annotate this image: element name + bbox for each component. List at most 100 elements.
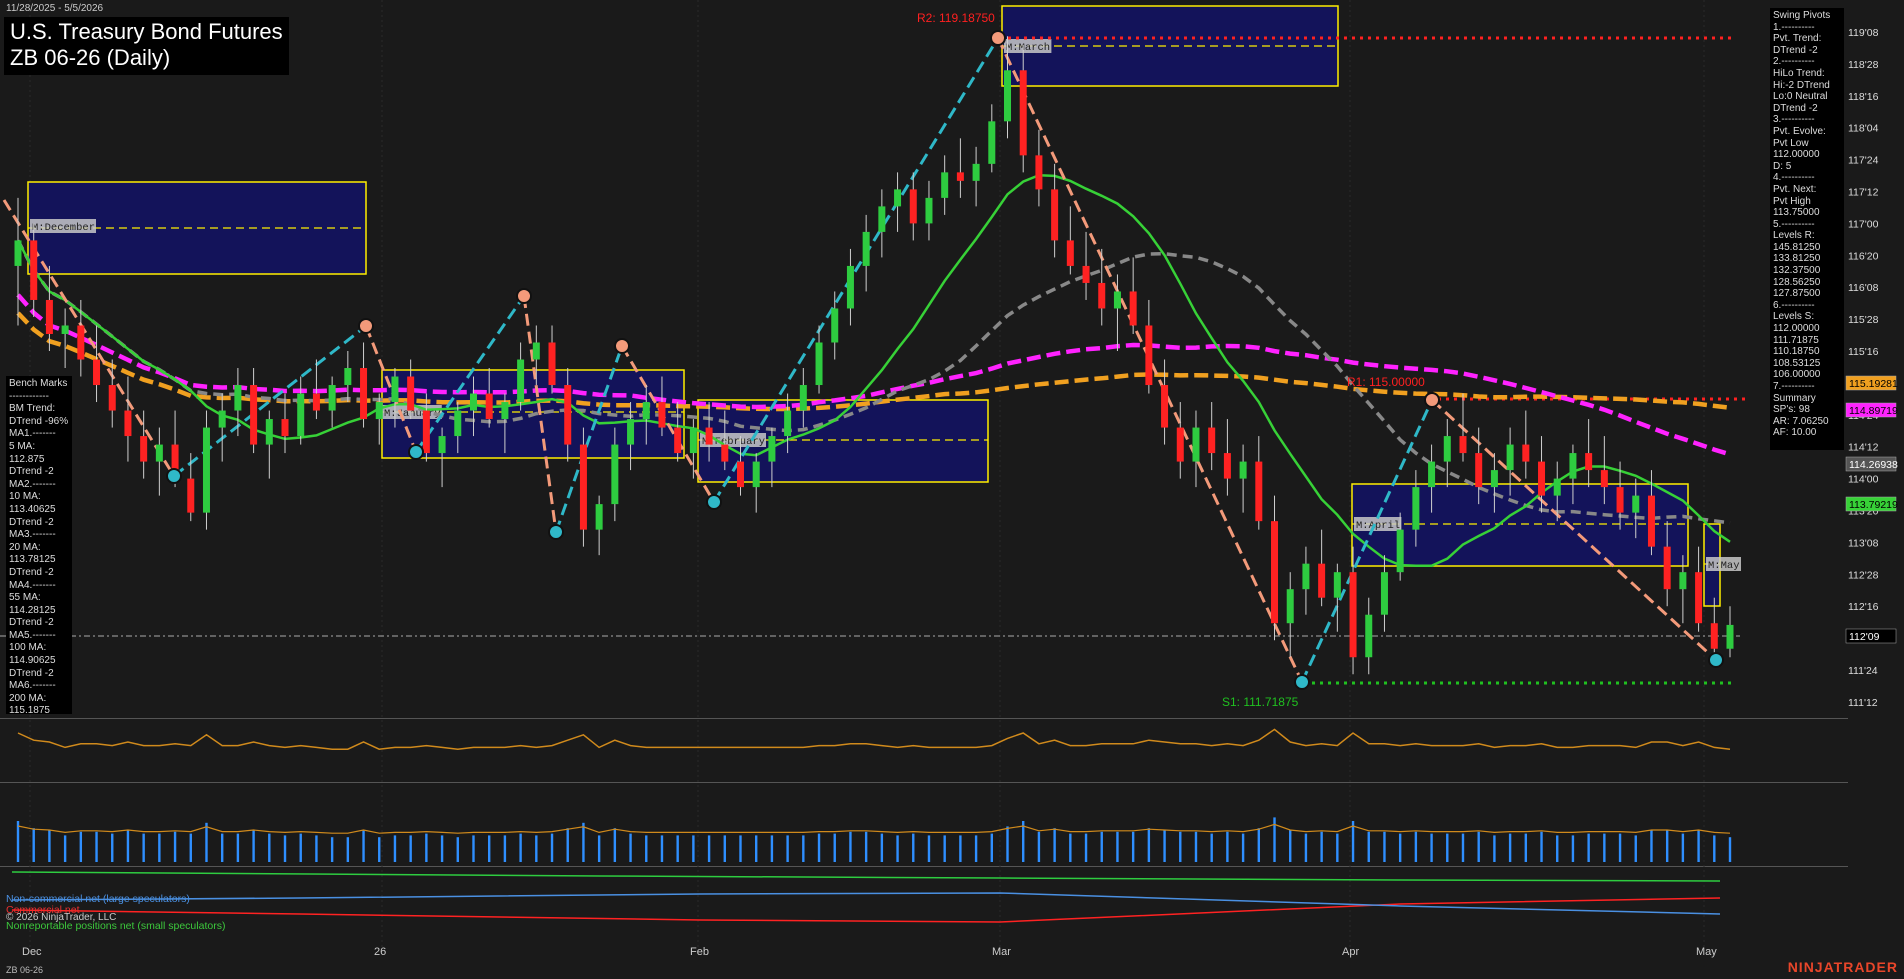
candle-body <box>45 299 53 334</box>
price-chart[interactable]: M:DecemberM:JanuaryM:FebruaryM:MarchM:Ap… <box>0 0 1904 979</box>
volume-bar <box>111 833 114 862</box>
zone-label: M:April <box>1356 520 1400 532</box>
candle-body <box>972 163 980 181</box>
candle-body <box>941 172 949 198</box>
candle-body <box>1302 563 1310 590</box>
candle-body <box>1161 385 1169 428</box>
volume-bar <box>409 835 412 862</box>
candle-body <box>1255 461 1263 522</box>
volume-bar <box>645 835 648 862</box>
swing-pivots-panel: Swing Pivots 1.---------- Pvt. Trend: DT… <box>1770 8 1844 450</box>
candle-body <box>485 393 493 420</box>
volume-bar <box>1524 833 1528 862</box>
volume-bar <box>1069 833 1072 862</box>
candle-body <box>1569 453 1577 479</box>
volume-bar <box>1697 830 1700 862</box>
volume-bar <box>1634 835 1637 862</box>
candle-body <box>1600 470 1608 488</box>
candle-body <box>736 461 744 488</box>
volume-bar <box>1336 833 1339 862</box>
volume-bar <box>346 837 350 862</box>
volume-bar <box>456 837 459 862</box>
candle-body <box>1004 70 1012 122</box>
volume-bar <box>236 833 240 862</box>
candle-body <box>1113 291 1121 309</box>
volume-bar <box>1210 833 1213 862</box>
candle-body <box>1192 427 1200 462</box>
volume-bar <box>1163 830 1166 862</box>
level-label: R2: 119.18750 <box>917 11 995 25</box>
volume-bar <box>1006 826 1009 862</box>
candle-body <box>1208 427 1216 454</box>
candle-body <box>1145 325 1153 386</box>
volume-bar <box>1713 835 1716 862</box>
volume-bar <box>362 830 365 862</box>
candle-body <box>422 410 430 454</box>
volume-bar <box>974 835 978 862</box>
candle-body <box>1412 487 1420 530</box>
volume-bar <box>1728 837 1732 862</box>
volume-bar <box>126 830 130 862</box>
candle-body <box>1443 436 1451 462</box>
time-tick-label: Feb <box>690 946 709 958</box>
volume-bar <box>613 828 617 862</box>
volume-bar <box>755 835 758 862</box>
price-tick-label: 112'16 <box>1848 601 1879 613</box>
volume-bar <box>1650 830 1653 862</box>
candle-body <box>297 393 305 437</box>
candle-body <box>532 342 540 360</box>
candle-body <box>925 197 933 224</box>
separator-line <box>0 718 1848 719</box>
bench-marks-panel: Bench Marks ------------ BM Trend: DTren… <box>6 376 72 714</box>
footer-symbol: ZB 06-26 <box>6 965 44 975</box>
candle-body <box>155 444 163 462</box>
volume-bar <box>299 833 302 862</box>
volume-bar <box>802 835 805 862</box>
price-badge-text: 112'09 <box>1849 631 1880 643</box>
pivot-low-marker <box>1708 652 1724 668</box>
candle-body <box>579 444 587 530</box>
volume-bar <box>707 835 711 862</box>
candle-body <box>627 419 635 445</box>
volume-bar <box>16 821 20 862</box>
candle-body <box>1679 572 1687 590</box>
volume-bar <box>896 835 899 862</box>
pivot-low-marker <box>408 444 424 460</box>
volume-bar <box>1116 831 1119 862</box>
volume-bar <box>1241 833 1245 862</box>
candle-body <box>1506 444 1514 471</box>
candle-body <box>1522 444 1530 462</box>
candle-body <box>438 436 446 454</box>
volume-bar <box>739 835 742 862</box>
candle-body <box>1616 487 1624 513</box>
candle-body <box>784 410 792 437</box>
volume-bar <box>315 835 318 862</box>
volume-bar <box>959 835 962 862</box>
price-tick-label: 111'24 <box>1848 665 1878 677</box>
volume-bar <box>472 835 475 862</box>
pivot-low-marker <box>166 468 182 484</box>
candle-body <box>752 461 760 488</box>
candle-body <box>846 265 854 309</box>
candle-body <box>1365 614 1373 658</box>
volume-bar <box>1179 831 1182 862</box>
volume-bar <box>550 833 554 862</box>
volume-bar <box>1477 831 1480 862</box>
volume-bar <box>1304 833 1308 862</box>
volume-bar <box>378 837 381 862</box>
volume-bar <box>252 830 255 862</box>
volume-bar <box>205 822 208 862</box>
volume-bar <box>990 833 993 862</box>
volume-bar <box>173 831 177 862</box>
candle-body <box>1647 495 1655 547</box>
candle-body <box>93 359 101 386</box>
level-label: R1: 115.00000 <box>1347 375 1425 389</box>
volume-bar <box>220 833 224 862</box>
volume-bar <box>440 835 444 862</box>
volume-bar <box>1037 831 1041 862</box>
zone-label: M:May <box>1708 560 1740 572</box>
volume-bar <box>629 833 632 862</box>
legend-nonreportable: Nonreportable positions net (small specu… <box>6 920 226 932</box>
pivot-high-marker <box>990 30 1006 46</box>
candle-body <box>1333 572 1341 598</box>
